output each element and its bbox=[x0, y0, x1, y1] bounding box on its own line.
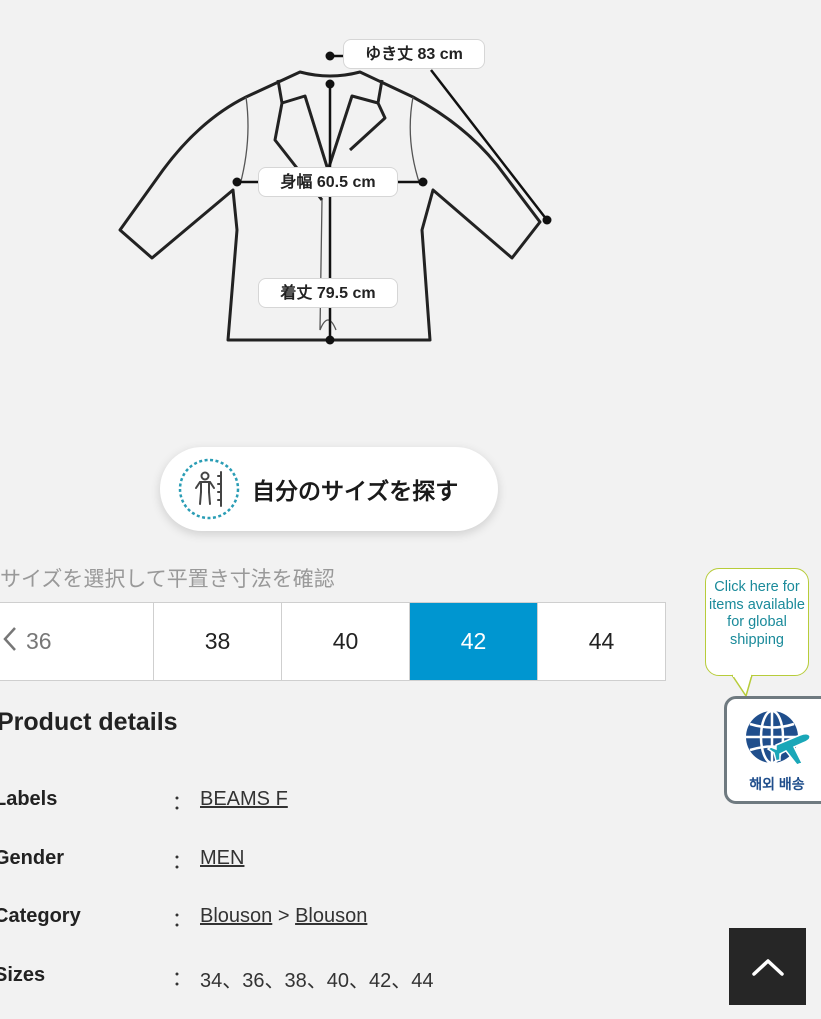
globe-airplane-icon bbox=[746, 709, 811, 766]
chevron-up-icon bbox=[751, 958, 784, 976]
scroll-to-top-button[interactable] bbox=[729, 928, 806, 1005]
size-tabs: 36 38 40 42 44 bbox=[0, 602, 666, 681]
breadcrumb-separator: > bbox=[277, 905, 290, 927]
chevron-left-icon[interactable] bbox=[2, 625, 18, 660]
size-tab-40[interactable]: 40 bbox=[281, 603, 409, 680]
detail-colon: ： bbox=[172, 792, 192, 814]
category-link[interactable]: Blouson bbox=[200, 905, 272, 927]
sleeve-length-label: ゆき丈 83 cm bbox=[343, 39, 485, 69]
global-shipping-label: 해외 배송 bbox=[749, 776, 805, 792]
tooltip-tail bbox=[731, 674, 753, 698]
global-shipping-tooltip[interactable]: Click here for items available for globa… bbox=[705, 568, 809, 676]
sizes-value: 34、36、38、40、42、44 bbox=[200, 970, 434, 992]
size-selector-caption: サイズを選択して平置き寸法を確認 bbox=[0, 568, 335, 591]
detail-colon: ： bbox=[172, 909, 192, 931]
detail-key: Labels bbox=[0, 788, 58, 810]
product-details-heading: Product details bbox=[0, 708, 178, 736]
jacket-size-diagram: ゆき丈 83 cm 身幅 60.5 cm 着丈 79.5 cm bbox=[0, 0, 821, 380]
global-shipping-button[interactable]: 해외 배송 bbox=[724, 696, 821, 804]
size-tab-44[interactable]: 44 bbox=[537, 603, 665, 680]
size-tab-38[interactable]: 38 bbox=[153, 603, 281, 680]
detail-key: Gender bbox=[0, 847, 65, 869]
size-tab-label: 36 bbox=[26, 628, 52, 654]
body-width-label: 身幅 60.5 cm bbox=[258, 167, 398, 197]
size-tab-label: 38 bbox=[204, 628, 231, 654]
gender-link[interactable]: MEN bbox=[200, 847, 244, 869]
detail-key: Category bbox=[0, 905, 81, 927]
label-link[interactable]: BEAMS F bbox=[200, 788, 288, 810]
find-my-size-label: 自分のサイズを探す bbox=[252, 478, 459, 504]
body-length-label: 着丈 79.5 cm bbox=[258, 278, 398, 308]
person-measure-icon bbox=[178, 458, 240, 520]
size-tab-label: 40 bbox=[332, 628, 359, 654]
size-tab-label: 44 bbox=[588, 628, 615, 654]
subcategory-link[interactable]: Blouson bbox=[295, 905, 367, 927]
detail-key: Sizes bbox=[0, 964, 46, 986]
find-my-size-button[interactable]: 自分のサイズを探す bbox=[160, 447, 498, 531]
size-tab-label: 42 bbox=[460, 628, 487, 654]
detail-colon: ： bbox=[172, 851, 192, 873]
size-tab-36[interactable]: 36 bbox=[0, 603, 153, 680]
size-tab-42-selected[interactable]: 42 bbox=[409, 603, 537, 680]
detail-colon: ： bbox=[172, 968, 192, 990]
